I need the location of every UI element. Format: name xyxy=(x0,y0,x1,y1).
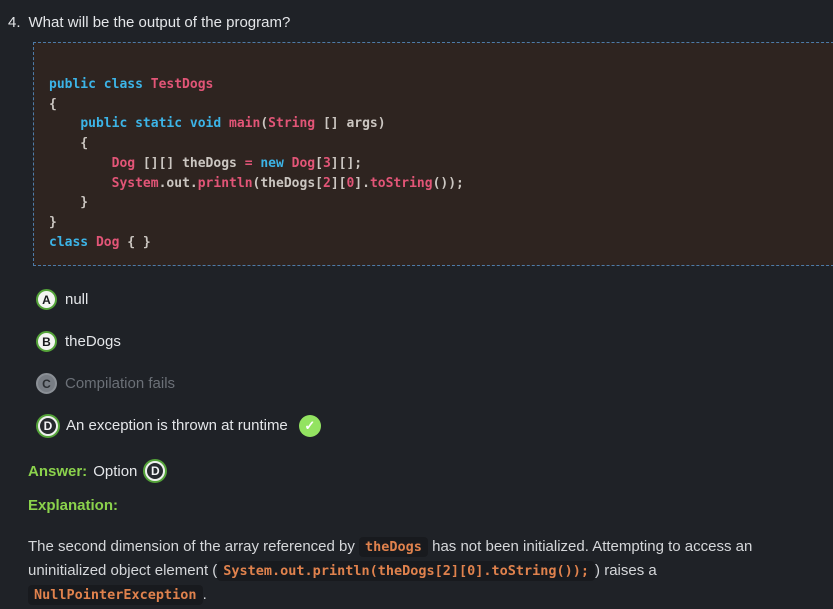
code-token: 3 xyxy=(323,156,331,171)
code-token xyxy=(49,116,80,131)
code-token: } xyxy=(49,215,57,230)
answer-label: Answer: xyxy=(28,463,87,480)
code-token: .out. xyxy=(159,176,198,191)
code-token: { } xyxy=(119,235,150,250)
option-a-badge: A xyxy=(36,289,57,310)
question-text: What will be the output of the program? xyxy=(29,13,291,33)
code-line: class Dog { } xyxy=(49,233,828,253)
code-token: public static void xyxy=(80,116,229,131)
option-a-label: null xyxy=(65,291,88,308)
code-token: Dog xyxy=(112,156,135,171)
inline-code: theDogs xyxy=(359,537,428,557)
code-token: println xyxy=(198,176,253,191)
code-line: } xyxy=(49,213,828,233)
code-token: } xyxy=(49,195,88,210)
code-token: { xyxy=(49,136,88,151)
code-token xyxy=(49,156,112,171)
quiz-page: { "theme": { "page_bg": "#1f2227", "code… xyxy=(0,0,833,609)
code-token: [][] theDogs xyxy=(135,156,245,171)
code-line: System.out.println(theDogs[2][0].toStrin… xyxy=(49,174,828,194)
option-b-badge: B xyxy=(36,331,57,352)
option-d[interactable]: D An exception is thrown at runtime ✓ xyxy=(36,415,833,436)
code-token: [] args) xyxy=(315,116,385,131)
answer-row: Answer: Option D xyxy=(28,461,833,481)
option-a[interactable]: A null xyxy=(36,289,833,310)
code-token: Dog xyxy=(96,235,119,250)
option-d-badge: D xyxy=(38,416,58,436)
options-list: A null B theDogs C Compilation fails D A… xyxy=(36,289,833,436)
code-token: toString xyxy=(370,176,433,191)
code-token: (theDogs[ xyxy=(253,176,323,191)
explanation-paragraph: The second dimension of the array refere… xyxy=(28,535,829,607)
code-token: 2 xyxy=(323,176,331,191)
explanation-text: ) raises a xyxy=(595,562,657,579)
code-line: public class TestDogs xyxy=(49,75,828,95)
code-token xyxy=(284,156,292,171)
inline-code: NullPointerException xyxy=(28,585,203,605)
option-b[interactable]: B theDogs xyxy=(36,331,833,352)
code-token: ][ xyxy=(331,176,347,191)
explanation-heading: Explanation: xyxy=(28,497,833,514)
code-token xyxy=(49,176,112,191)
code-token: new xyxy=(260,156,283,171)
answer-prefix: Option xyxy=(93,463,137,480)
code-line: public static void main(String [] args) xyxy=(49,114,828,134)
explanation-text: The second dimension of the array refere… xyxy=(28,538,359,555)
answer-option-badge: D xyxy=(145,461,165,481)
code-line: Dog [][] theDogs = new Dog[3][]; xyxy=(49,154,828,174)
code-token: System xyxy=(112,176,159,191)
question-row: 4. What will be the output of the progra… xyxy=(0,0,833,33)
code-token: [ xyxy=(315,156,323,171)
code-token: class xyxy=(49,235,96,250)
question-number: 4. xyxy=(8,13,21,33)
code-token: { xyxy=(49,97,57,112)
code-token: = xyxy=(245,156,253,171)
code-line: { xyxy=(49,134,828,154)
inline-code: System.out.println(theDogs[2][0].toStrin… xyxy=(217,561,595,581)
option-d-label: An exception is thrown at runtime xyxy=(66,417,288,434)
code-token: ( xyxy=(260,116,268,131)
code-token: ()); xyxy=(433,176,464,191)
code-token: TestDogs xyxy=(151,77,214,92)
option-c[interactable]: C Compilation fails xyxy=(36,373,833,394)
option-c-badge: C xyxy=(36,373,57,394)
code-block: public class TestDogs { public static voi… xyxy=(33,42,833,266)
code-token: ][]; xyxy=(331,156,362,171)
code-token: ]. xyxy=(354,176,370,191)
code-line: } xyxy=(49,193,828,213)
explanation-text: . xyxy=(203,586,207,603)
correct-check-icon: ✓ xyxy=(299,415,321,437)
code-token: public class xyxy=(49,77,151,92)
code-token: main xyxy=(229,116,260,131)
code-token: Dog xyxy=(292,156,315,171)
code-token: String xyxy=(268,116,315,131)
option-b-label: theDogs xyxy=(65,333,121,350)
option-c-label: Compilation fails xyxy=(65,375,175,392)
code-line: { xyxy=(49,95,828,115)
